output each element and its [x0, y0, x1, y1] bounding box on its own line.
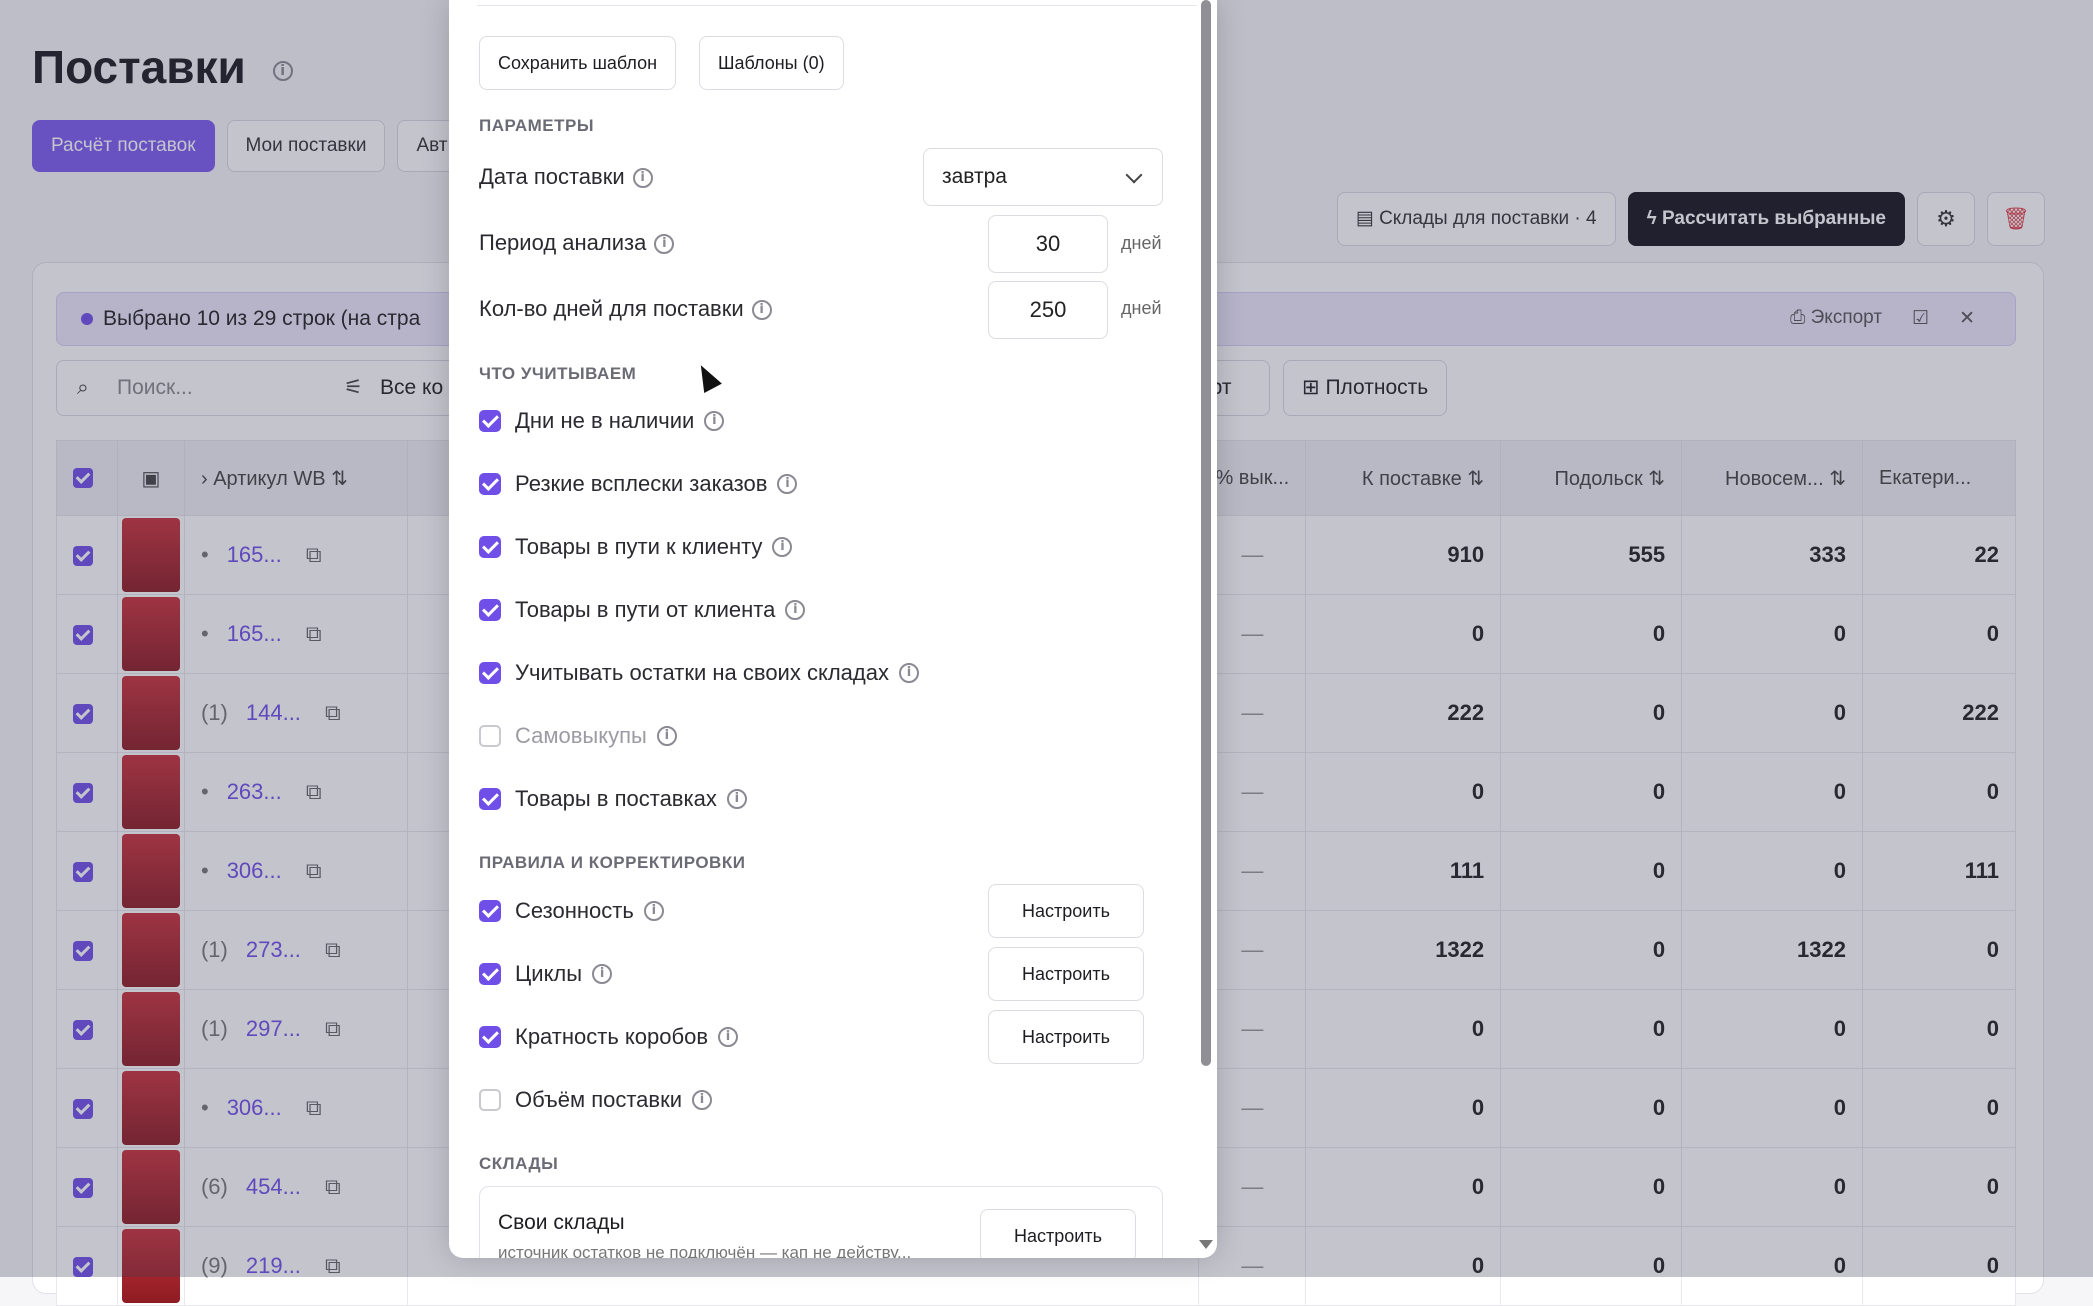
scrollbar[interactable]	[1201, 0, 1211, 1066]
consider-option[interactable]: Товары в поставках i	[479, 786, 747, 812]
section-consider: ЧТО УЧИТЫВАЕМ	[479, 364, 637, 383]
days-count-input[interactable]: 250	[988, 281, 1108, 339]
configure-warehouses-button[interactable]: Настроить	[980, 1209, 1136, 1258]
own-warehouses-subtitle: источник остатков не подключён — кап не …	[498, 1243, 912, 1258]
info-icon[interactable]: i	[777, 474, 798, 494]
section-rules: ПРАВИЛА И КОРРЕКТИРОВКИ	[479, 853, 746, 872]
info-icon[interactable]: i	[656, 726, 677, 746]
scroll-down-arrow-icon[interactable]	[1199, 1240, 1213, 1249]
option-label: Товары в пути к клиенту	[515, 534, 763, 559]
option-label: Кратность коробов	[515, 1024, 709, 1049]
option-label: Циклы	[515, 961, 583, 986]
analysis-period-label: Период анализа i	[479, 230, 675, 256]
supply-date-label: Дата поставки i	[479, 164, 653, 190]
option-label: Объём поставки	[515, 1087, 683, 1112]
info-icon[interactable]: i	[654, 234, 675, 255]
checkbox[interactable]	[479, 900, 501, 922]
info-icon[interactable]: i	[726, 789, 747, 809]
supply-date-value: завтра	[942, 165, 1007, 188]
section-params: ПАРАМЕТРЫ	[479, 116, 594, 135]
configure-button[interactable]: Настроить	[988, 1010, 1144, 1064]
configure-button[interactable]: Настроить	[988, 947, 1144, 1001]
section-warehouses: СКЛАДЫ	[479, 1154, 559, 1173]
configure-button[interactable]: Настроить	[988, 884, 1144, 938]
option-label: Сезонность	[515, 898, 634, 923]
info-icon[interactable]: i	[718, 1027, 739, 1047]
checkbox[interactable]	[479, 788, 501, 810]
checkbox[interactable]	[479, 410, 501, 432]
divider	[477, 5, 1197, 6]
consider-option[interactable]: Товары в пути от клиента i	[479, 597, 806, 623]
checkbox[interactable]	[479, 963, 501, 985]
info-icon[interactable]: i	[592, 964, 613, 984]
rule-option[interactable]: Циклы i	[479, 961, 613, 987]
info-icon[interactable]: i	[643, 901, 664, 921]
info-icon[interactable]: i	[692, 1090, 713, 1110]
consider-option[interactable]: Дни не в наличии i	[479, 408, 725, 434]
supply-date-text: Дата поставки	[479, 164, 625, 189]
consider-option[interactable]: Товары в пути к клиенту i	[479, 534, 793, 560]
analysis-period-text: Период анализа	[479, 230, 647, 255]
chevron-down-icon	[1125, 166, 1143, 184]
supply-date-select[interactable]: завтра	[923, 148, 1163, 206]
consider-option[interactable]: Резкие всплески заказов i	[479, 471, 798, 497]
consider-option[interactable]: Самовыкупы i	[479, 723, 677, 749]
analysis-period-unit: дней	[1121, 233, 1162, 253]
option-label: Резкие всплески заказов	[515, 471, 768, 496]
option-label: Дни не в наличии	[515, 408, 695, 433]
rule-option[interactable]: Кратность коробов i	[479, 1024, 739, 1050]
info-icon[interactable]: i	[751, 300, 772, 321]
days-count-label: Кол-во дней для поставки i	[479, 296, 772, 322]
info-icon[interactable]: i	[704, 411, 725, 431]
checkbox[interactable]	[479, 473, 501, 495]
own-warehouses-card: Свои склады источник остатков не подключ…	[479, 1186, 1163, 1258]
checkbox[interactable]	[479, 725, 501, 747]
save-template-button[interactable]: Сохранить шаблон	[479, 36, 677, 90]
checkbox[interactable]	[479, 1089, 501, 1111]
info-icon[interactable]: i	[898, 663, 919, 683]
consider-option[interactable]: Учитывать остатки на своих складах i	[479, 660, 919, 686]
checkbox[interactable]	[479, 536, 501, 558]
checkbox[interactable]	[479, 662, 501, 684]
own-warehouses-title: Свои склады	[498, 1211, 625, 1234]
rule-option[interactable]: Сезонность i	[479, 898, 664, 924]
rule-option[interactable]: Объём поставки i	[479, 1087, 713, 1113]
info-icon[interactable]: i	[772, 537, 793, 557]
info-icon[interactable]: i	[632, 168, 653, 189]
checkbox[interactable]	[479, 1026, 501, 1048]
templates-button[interactable]: Шаблоны (0)	[699, 36, 844, 90]
option-label: Товары в пути от клиента	[515, 597, 776, 622]
info-icon[interactable]: i	[785, 600, 806, 620]
checkbox[interactable]	[479, 599, 501, 621]
option-label: Самовыкупы	[515, 723, 647, 748]
analysis-period-input[interactable]: 30	[988, 215, 1108, 273]
days-count-text: Кол-во дней для поставки	[479, 296, 744, 321]
days-count-unit: дней	[1121, 298, 1162, 318]
settings-panel: Сохранить шаблон Шаблоны (0) ПАРАМЕТРЫ Д…	[449, 0, 1217, 1258]
option-label: Учитывать остатки на своих складах	[515, 660, 889, 685]
option-label: Товары в поставках	[515, 786, 717, 811]
